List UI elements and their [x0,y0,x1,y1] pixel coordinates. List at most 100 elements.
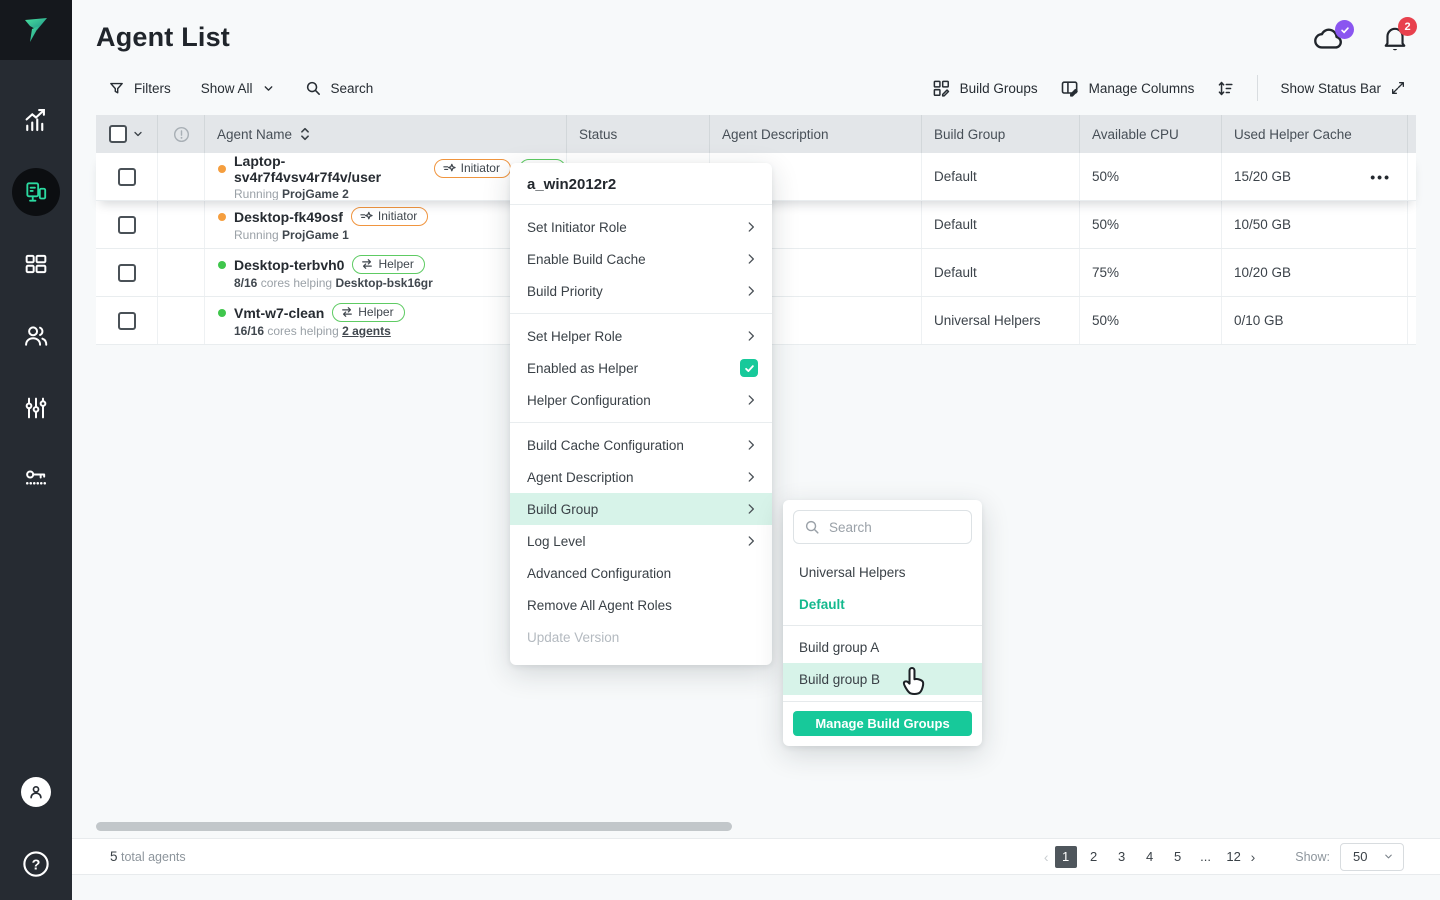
row-sub-project: ProjGame 2 [282,187,349,201]
menu-item-build-cache-configuration[interactable]: Build Cache Configuration [510,429,772,461]
cloud-status-button[interactable] [1312,25,1346,51]
build-group-cell: Default [922,201,1080,248]
submenu-divider [783,625,982,626]
build-group-option-b[interactable]: Build group B [783,663,982,695]
sidebar-item-users[interactable] [0,312,72,360]
license-key-icon [22,464,50,492]
menu-item-helper-configuration[interactable]: Helper Configuration [510,384,772,416]
next-page-button[interactable]: › [1251,849,1256,865]
filters-button[interactable]: Filters [108,80,171,97]
select-menu-chevron-icon[interactable] [132,128,144,140]
select-all-checkbox[interactable] [109,125,127,143]
chevron-right-icon [744,534,758,548]
row-actions-kebab[interactable]: ••• [1370,169,1391,185]
enabled-helper-checkbox[interactable] [740,359,758,377]
helper-badge: Helper [352,255,424,274]
menu-item-agent-description[interactable]: Agent Description [510,461,772,493]
users-icon [22,322,50,350]
sidebar-item-settings[interactable] [0,384,72,432]
row-alert-cell [158,153,205,200]
menu-item-build-group[interactable]: Build Group [510,493,772,525]
page-size-select[interactable]: 50 [1340,843,1404,871]
row-checkbox[interactable] [118,168,136,186]
row-spacer [1408,153,1420,200]
agent-context-menu: a_win2012r2 Set Initiator Role Enable Bu… [510,163,772,665]
header-agent-name[interactable]: Agent Name [205,115,567,153]
menu-item-advanced-configuration[interactable]: Advanced Configuration [510,557,772,589]
build-group-search-input[interactable] [829,520,939,535]
cloud-check-badge [1335,20,1354,39]
manage-build-groups-button[interactable]: Manage Build Groups [793,711,972,736]
sort-toggle-icon[interactable] [299,126,311,142]
available-cpu-cell: 75% [1080,249,1222,296]
badge-label: Initiator [461,161,500,175]
build-groups-button[interactable]: Build Groups [932,79,1038,98]
manage-columns-button[interactable]: Manage Columns [1060,78,1195,98]
build-group-header-label: Build Group [934,127,1005,142]
notifications-button[interactable]: 2 [1382,24,1408,52]
row-checkbox[interactable] [118,312,136,330]
horizontal-scrollbar[interactable] [96,822,732,831]
build-group-option-a[interactable]: Build group A [783,631,982,663]
helped-agents-link[interactable]: 2 agents [342,324,391,338]
page-button-3[interactable]: 3 [1111,846,1133,868]
menu-item-enable-build-cache[interactable]: Enable Build Cache [510,243,772,275]
menu-item-set-helper-role[interactable]: Set Helper Role [510,320,772,352]
page-button-12[interactable]: 12 [1223,846,1245,868]
status-dot-initiator [218,165,226,173]
sort-button[interactable] [1216,79,1235,98]
sidebar-item-builds[interactable] [0,240,72,288]
header-alert-cell [158,115,205,153]
show-status-bar-button[interactable]: Show Status Bar [1280,80,1406,96]
header-agent-description[interactable]: Agent Description [710,115,922,153]
initiator-icon [443,162,456,175]
menu-item-set-initiator-role[interactable]: Set Initiator Role [510,211,772,243]
available-cpu-cell: 50% [1080,153,1222,200]
agents-icon [23,179,49,205]
show-all-dropdown[interactable]: Show All [201,81,275,96]
page-button-4[interactable]: 4 [1139,846,1161,868]
sidebar-user-avatar[interactable] [0,768,72,816]
header-build-group[interactable]: Build Group [922,115,1080,153]
search-button[interactable]: Search [305,80,374,97]
sidebar-item-agents[interactable] [0,168,72,216]
prev-page-button[interactable]: ‹ [1044,849,1049,865]
build-group-option-default[interactable]: Default [783,588,982,620]
build-group-option-universal-helpers[interactable]: Universal Helpers [783,556,982,588]
agent-name: Laptop-sv4r7f4vsv4r7f4v/user [234,153,426,185]
analytics-icon [21,105,51,135]
active-nav-highlight [12,168,60,216]
page-button-1[interactable]: 1 [1055,846,1077,868]
page-button-2[interactable]: 2 [1083,846,1105,868]
sidebar-item-license[interactable] [0,454,72,502]
sidebar-help[interactable]: ? [0,840,72,888]
menu-item-remove-all-agent-roles[interactable]: Remove All Agent Roles [510,589,772,621]
helper-icon [361,258,373,270]
menu-item-enabled-as-helper[interactable]: Enabled as Helper [510,352,772,384]
page-title: Agent List [96,22,230,53]
agent-name-header-label: Agent Name [217,127,292,142]
avatar [21,777,51,807]
page-button-5[interactable]: 5 [1167,846,1189,868]
status-dot-helper [218,261,226,269]
row-checkbox[interactable] [118,264,136,282]
row-alert-cell [158,249,205,296]
menu-item-log-level[interactable]: Log Level [510,525,772,557]
app-logo[interactable] [0,0,72,60]
header-available-cpu[interactable]: Available CPU [1080,115,1222,153]
header-select-cell [96,115,158,153]
used-helper-cache-cell: 0/10 GB [1222,297,1408,344]
chevron-right-icon [744,329,758,343]
manage-columns-icon [1060,78,1080,98]
badge-label: Helper [378,257,413,271]
build-groups-label: Build Groups [960,81,1038,96]
menu-item-build-priority[interactable]: Build Priority [510,275,772,307]
row-checkbox[interactable] [118,216,136,234]
sort-amount-icon [1216,79,1235,98]
build-group-cell: Default [922,153,1080,200]
sidebar-item-analytics[interactable] [0,96,72,144]
build-group-search[interactable] [793,510,972,544]
header-used-helper-cache[interactable]: Used Helper Cache [1222,115,1408,153]
header-status[interactable]: Status [567,115,710,153]
context-menu-title: a_win2012r2 [510,163,772,205]
